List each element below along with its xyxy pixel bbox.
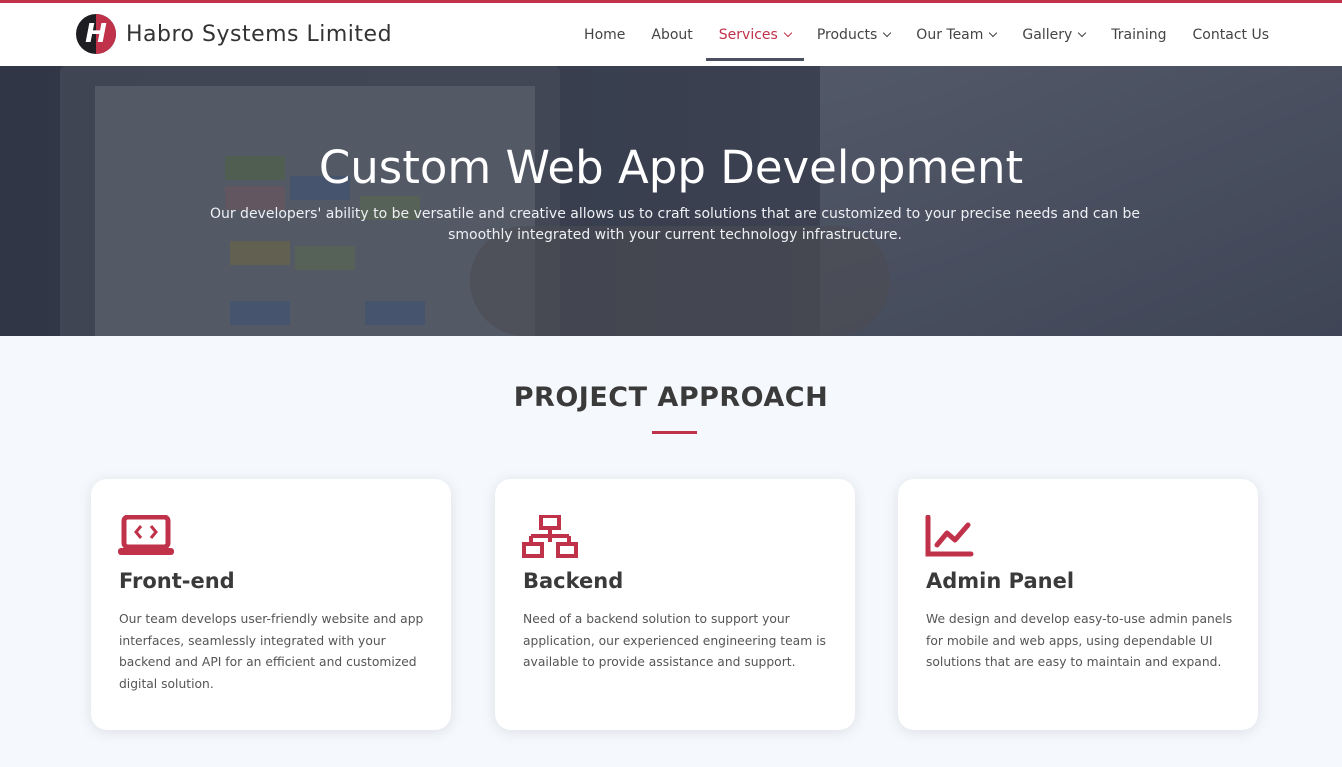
card-admin-panel: Admin Panel We design and develop easy-t… [898, 479, 1258, 730]
logo-icon: H [76, 14, 116, 54]
chevron-down-icon [783, 28, 793, 37]
nav-services[interactable]: Services [705, 3, 804, 66]
hero-banner: Custom Web App Development Our developer… [0, 66, 1342, 336]
nav-products[interactable]: Products [804, 3, 903, 66]
chevron-down-icon [1078, 28, 1087, 37]
nav-about[interactable]: About [638, 3, 705, 66]
section-title: PROJECT APPROACH [513, 382, 829, 413]
card-title: Backend [523, 569, 624, 593]
laptop-code-icon [118, 515, 174, 555]
nav-training[interactable]: Training [1098, 3, 1179, 66]
card-backend: Backend Need of a backend solution to su… [495, 479, 855, 730]
hero-subtitle: Our developers' ability to be versatile … [209, 206, 1141, 243]
brand-logo[interactable]: H Habro Systems Limited [76, 14, 392, 54]
title-divider [652, 431, 697, 434]
nav-our-team[interactable]: Our Team [903, 3, 1009, 66]
brand-name: Habro Systems Limited [126, 21, 393, 47]
card-title: Admin Panel [926, 569, 1075, 593]
hero-title: Custom Web App Development [318, 141, 1024, 194]
chevron-down-icon [989, 28, 998, 37]
chevron-down-icon [883, 28, 892, 37]
card-title: Front-end [119, 569, 235, 593]
card-text: We design and develop easy-to-use admin … [926, 612, 1233, 669]
main-nav: Home About Services Products Our Team Ga… [571, 3, 1282, 66]
nav-gallery[interactable]: Gallery [1009, 3, 1098, 66]
card-text: Our team develops user-friendly website … [119, 612, 424, 691]
card-text: Need of a backend solution to support yo… [523, 612, 826, 669]
network-icon [522, 515, 578, 558]
card-front-end: Front-end Our team develops user-friendl… [91, 479, 451, 730]
chart-line-icon [925, 515, 974, 557]
nav-home[interactable]: Home [571, 3, 638, 66]
site-header: H Habro Systems Limited Home About Servi… [0, 0, 1342, 66]
nav-contact-us[interactable]: Contact Us [1180, 3, 1282, 66]
